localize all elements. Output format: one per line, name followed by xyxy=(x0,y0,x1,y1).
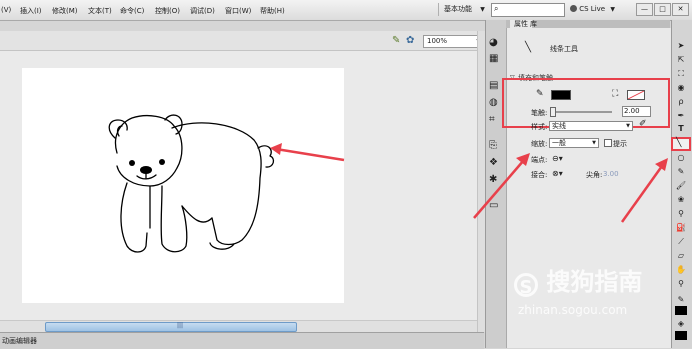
3d-rotation-tool-icon[interactable]: ◉ xyxy=(674,82,688,93)
watermark-brand-text: 搜狗指南 xyxy=(546,268,643,296)
line-tool-button[interactable]: ╲ xyxy=(671,137,691,151)
fill-color-tool-icon[interactable]: ◈ xyxy=(674,318,688,329)
minimize-button[interactable]: — xyxy=(636,3,653,16)
text-tool-icon[interactable]: T xyxy=(674,123,688,134)
horizontal-scroll-thumb[interactable]: ||| xyxy=(45,322,297,332)
line-tool-icon: ╲ xyxy=(525,42,532,53)
deco-tool-icon[interactable]: ❀ xyxy=(674,194,688,205)
hand-tool-icon[interactable]: ✋ xyxy=(674,264,688,275)
chevron-down-icon: ▼ xyxy=(626,123,630,129)
scale-label: 缩放: xyxy=(531,140,548,148)
line-tool-icon: ╲ xyxy=(676,138,682,148)
scroll-grip-icon: ||| xyxy=(177,322,184,329)
paint-bucket-icon: ⛶ xyxy=(612,89,619,99)
edit-symbol-icon[interactable]: ✿ xyxy=(406,35,414,46)
polar-bear-drawing[interactable] xyxy=(22,68,344,303)
bone-tool-icon[interactable]: ⚲ xyxy=(674,208,688,219)
menu-window[interactable]: 窗口(W) xyxy=(225,6,251,16)
lasso-tool-icon[interactable]: ρ xyxy=(674,96,688,107)
search-icon: ⌕ xyxy=(494,4,499,13)
free-transform-tool-icon[interactable]: ⛶ xyxy=(674,68,688,79)
miter-label: 尖角: xyxy=(586,171,603,179)
style-select[interactable]: 实线 ▼ xyxy=(549,121,633,131)
zoom-tool-icon[interactable]: ⚲ xyxy=(674,278,688,289)
stroke-slider-thumb[interactable] xyxy=(550,107,556,117)
fill-color-swatch[interactable] xyxy=(627,90,645,100)
join-style-icon[interactable]: ⊗▾ xyxy=(552,169,563,178)
stroke-value-field[interactable]: 2.00 xyxy=(622,106,651,117)
scale-value: 一般 xyxy=(552,139,566,147)
watermark-brand: S 搜狗指南 xyxy=(514,262,643,298)
stroke-slider[interactable] xyxy=(552,111,612,113)
hint-label: 提示 xyxy=(613,140,627,148)
pencil-icon: ✎ xyxy=(536,89,544,99)
zoom-value: 100% xyxy=(427,37,448,45)
cs-live-button[interactable]: CS Live ▼ xyxy=(570,3,620,16)
maximize-button[interactable]: □ xyxy=(654,3,671,16)
miter-value[interactable]: 3.00 xyxy=(603,170,619,178)
menu-modify[interactable]: 修改(M) xyxy=(52,6,78,16)
cs-live-label: CS Live xyxy=(579,5,606,13)
chevron-down-icon: ▼ xyxy=(592,140,596,146)
close-button[interactable]: ✕ xyxy=(672,3,689,16)
timeline-panel-tab[interactable]: 动画编辑器 xyxy=(0,332,484,349)
pen-tool-icon[interactable]: ✒ xyxy=(674,110,688,121)
oval-tool-icon[interactable]: ○ xyxy=(674,152,688,163)
menu-debug[interactable]: 调试(D) xyxy=(190,6,215,16)
scale-select[interactable]: 一般 ▼ xyxy=(549,138,599,148)
menu-view[interactable]: (V) xyxy=(1,6,11,14)
chevron-down-icon: ▼ xyxy=(610,6,615,13)
transform-icon[interactable]: ⌗ xyxy=(489,114,495,125)
stroke-label: 笔触: xyxy=(531,109,548,117)
edit-stroke-style-icon[interactable]: ✐ xyxy=(639,119,647,129)
annotation-arrow-tool xyxy=(620,158,668,223)
help-search-input[interactable]: ⌕ xyxy=(491,3,565,17)
chevron-down-icon: ▼ xyxy=(480,6,485,13)
stage-canvas[interactable] xyxy=(22,68,344,303)
menu-text[interactable]: 文本(T) xyxy=(88,6,112,16)
zoom-select[interactable]: 100% ▼ xyxy=(423,35,484,48)
timeline-tab-label: 动画编辑器 xyxy=(2,337,37,345)
annotation-arrow-bear xyxy=(270,143,345,162)
brush-tool-icon[interactable]: 🖌 xyxy=(674,180,688,191)
stroke-color-well[interactable] xyxy=(675,306,687,315)
annotation-arrow-cap xyxy=(473,153,530,219)
menu-commands[interactable]: 命令(C) xyxy=(120,6,144,16)
info-icon[interactable]: ◍ xyxy=(489,97,498,108)
style-value: 实线 xyxy=(552,122,566,130)
no-color-icon xyxy=(628,91,644,99)
fill-color-well[interactable] xyxy=(675,331,687,340)
eyedropper-tool-icon[interactable]: ⟋ xyxy=(674,236,688,247)
menu-insert[interactable]: 插入(I) xyxy=(20,6,42,16)
tab-library[interactable]: 库 xyxy=(530,20,537,28)
workspace-switcher[interactable]: 基本功能 ▼ xyxy=(438,3,492,16)
color-icon[interactable]: ◕ xyxy=(489,37,498,48)
cs-live-icon xyxy=(570,5,577,12)
watermark-url: zhinan.sogou.com xyxy=(518,303,628,317)
menu-help[interactable]: 帮助(H) xyxy=(260,6,285,16)
stroke-color-tool-icon[interactable]: ✎ xyxy=(674,294,688,305)
workspace-label: 基本功能 xyxy=(444,5,472,13)
sogou-logo-icon: S xyxy=(514,273,538,298)
style-label: 样式: xyxy=(531,123,548,131)
tab-properties[interactable]: 属性 xyxy=(510,20,532,28)
hint-checkbox[interactable] xyxy=(604,139,612,147)
paint-bucket-tool-icon[interactable]: ⛽ xyxy=(674,222,688,233)
edit-scene-icon[interactable]: ✎ xyxy=(392,35,400,46)
stroke-color-swatch[interactable] xyxy=(551,90,571,100)
eraser-tool-icon[interactable]: ▱ xyxy=(674,250,688,261)
selection-tool-icon[interactable]: ➤ xyxy=(674,40,688,51)
tool-name: 线条工具 xyxy=(550,45,578,53)
align-icon[interactable]: ▤ xyxy=(489,80,498,91)
window-controls: — □ ✕ xyxy=(636,3,690,16)
menu-control[interactable]: 控制(O) xyxy=(155,6,180,16)
cap-style-icon[interactable]: ⊖▾ xyxy=(552,154,563,163)
subselection-tool-icon[interactable]: ⇱ xyxy=(674,54,688,65)
swatches-icon[interactable]: ▦ xyxy=(489,53,498,64)
pencil-tool-icon[interactable]: ✎ xyxy=(674,166,688,177)
